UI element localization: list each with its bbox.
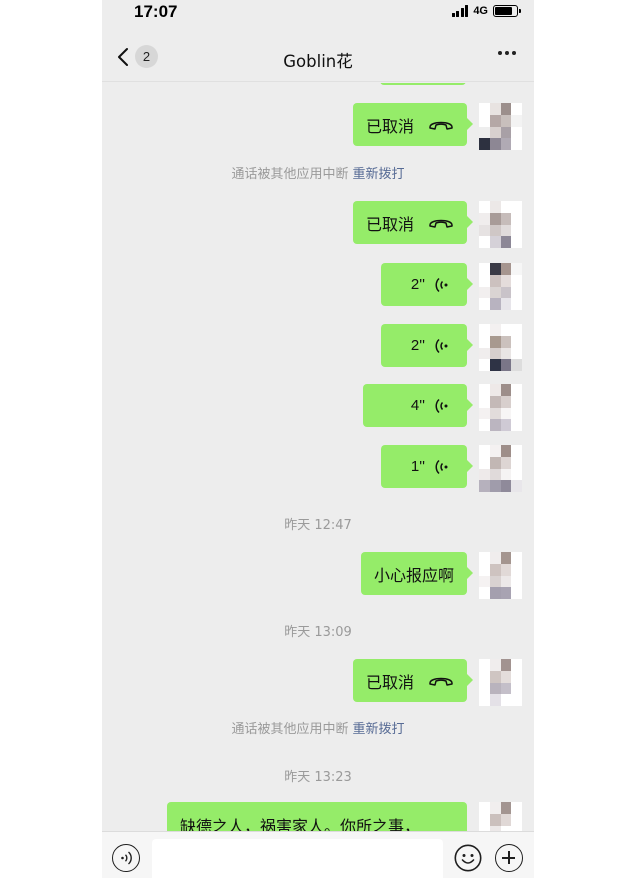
message-row: 4'' (362, 384, 522, 431)
message-row: 小心报应啊 (360, 552, 522, 599)
more-icon[interactable] (498, 51, 516, 55)
text-message-bubble[interactable]: 小心报应啊 (360, 552, 474, 595)
avatar[interactable] (479, 324, 522, 371)
call-message-bubble[interactable]: 已取消 (352, 201, 474, 244)
call-message-bubble[interactable]: 已取消 (352, 103, 474, 146)
avatar[interactable] (479, 445, 522, 492)
voice-duration: 2'' (410, 337, 425, 354)
voice-wave-icon (435, 338, 448, 353)
avatar[interactable] (479, 103, 522, 150)
message-text: 缺德之人，祸害家人。你所之事， (180, 817, 421, 831)
call-status-text: 已取消 (365, 672, 414, 692)
avatar[interactable] (479, 659, 522, 706)
voice-mode-icon[interactable] (112, 844, 140, 872)
avatar[interactable] (479, 802, 522, 831)
voice-message-bubble[interactable]: 2'' (380, 324, 474, 367)
chat-header: 2 Goblin花 (102, 36, 534, 82)
partial-message-bubble (380, 83, 466, 85)
phone-hangup-icon (429, 677, 453, 686)
message-row: 已取消 (352, 201, 522, 248)
system-notice-text: 通话被其他应用中断 (231, 722, 349, 737)
voice-wave-glyph (121, 851, 132, 865)
call-status-text: 已取消 (365, 116, 414, 136)
phone-hangup-icon (429, 121, 453, 130)
status-time: 17:07 (134, 2, 178, 21)
timestamp: 昨天 12:47 (284, 518, 352, 533)
redial-link[interactable]: 重新拨打 (353, 722, 405, 737)
voice-wave-icon (435, 459, 448, 474)
emoji-icon[interactable] (454, 844, 482, 872)
message-row: 2'' (380, 263, 522, 310)
plus-icon[interactable] (495, 844, 523, 872)
system-notice-text: 通话被其他应用中断 (231, 167, 349, 182)
message-text: 小心报应啊 (373, 565, 454, 585)
text-message-bubble[interactable]: 缺德之人，祸害家人。你所之事， (167, 802, 467, 831)
signal-icon (451, 5, 469, 17)
message-row: 已取消 (352, 659, 522, 706)
call-message-bubble[interactable]: 已取消 (352, 659, 474, 702)
system-notice: 通话被其他应用中断 重新拨打 (102, 163, 534, 182)
message-row: 1'' (380, 445, 522, 492)
phone-hangup-icon (429, 219, 453, 228)
voice-message-bubble[interactable]: 1'' (380, 445, 474, 488)
call-status-text: 已取消 (365, 214, 414, 234)
timestamp: 昨天 13:23 (284, 770, 352, 785)
status-indicators: 4G (451, 5, 521, 17)
voice-message-bubble[interactable]: 4'' (362, 384, 474, 427)
avatar[interactable] (479, 384, 522, 431)
voice-duration: 2'' (410, 276, 425, 293)
message-list[interactable]: 已取消 通话被其他应用中断 重新拨打 已取消 2'' 2'' 4'' 1'' 昨… (102, 83, 534, 831)
voice-wave-icon (435, 398, 448, 413)
voice-message-bubble[interactable]: 2'' (380, 263, 474, 306)
message-row: 已取消 (352, 103, 522, 150)
voice-duration: 4'' (410, 397, 425, 414)
message-input[interactable] (152, 839, 443, 878)
voice-wave-icon (435, 277, 448, 292)
status-bar: 17:07 4G (102, 0, 534, 26)
avatar[interactable] (479, 552, 522, 599)
chat-title: Goblin花 (283, 52, 353, 71)
input-bar (102, 831, 534, 878)
redial-link[interactable]: 重新拨打 (353, 167, 405, 182)
message-row: 2'' (380, 324, 522, 371)
system-notice: 通话被其他应用中断 重新拨打 (102, 718, 534, 737)
voice-duration: 1'' (410, 458, 425, 475)
chat-screen: 17:07 4G 2 Goblin花 已取消 通话被其他应用中断 重新拨打 已取… (102, 0, 534, 878)
battery-icon (493, 5, 521, 17)
network-type: 4G (473, 5, 488, 17)
avatar[interactable] (479, 263, 522, 310)
avatar[interactable] (479, 201, 522, 248)
timestamp: 昨天 13:09 (284, 625, 352, 640)
